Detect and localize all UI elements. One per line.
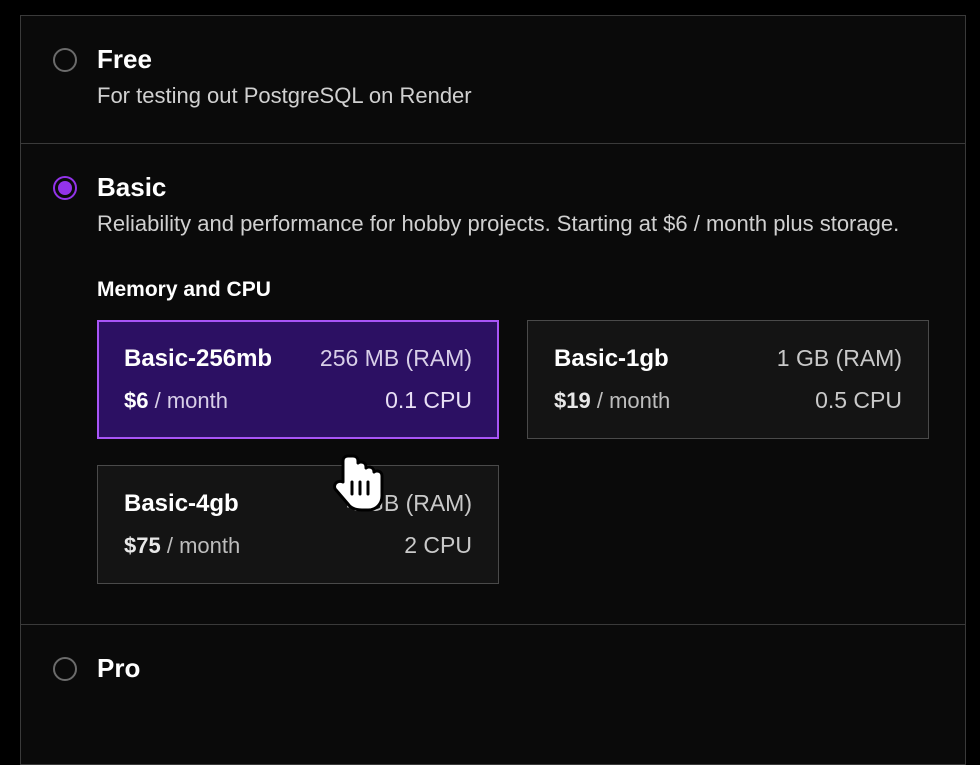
- tier-basic-body: Basic Reliability and performance for ho…: [97, 172, 933, 585]
- radio-free[interactable]: [53, 48, 77, 72]
- tier-basic-title: Basic: [97, 172, 933, 203]
- card-ram: 4 GB (RAM): [347, 490, 472, 517]
- card-cpu: 2 CPU: [404, 532, 472, 559]
- pricing-panel: Free For testing out PostgreSQL on Rende…: [20, 15, 966, 765]
- tier-pro[interactable]: Pro: [21, 625, 965, 722]
- card-price: $75 / month: [124, 533, 240, 559]
- card-name: Basic-1gb: [554, 345, 669, 373]
- tier-free-desc: For testing out PostgreSQL on Render: [97, 81, 933, 111]
- tier-basic-desc: Reliability and performance for hobby pr…: [97, 209, 933, 239]
- card-price: $6 / month: [124, 388, 228, 414]
- card-cpu: 0.1 CPU: [385, 387, 472, 414]
- card-price: $19 / month: [554, 388, 670, 414]
- radio-pro[interactable]: [53, 657, 77, 681]
- card-ram: 1 GB (RAM): [777, 345, 902, 372]
- radio-basic[interactable]: [53, 176, 77, 200]
- tier-free-body: Free For testing out PostgreSQL on Rende…: [97, 44, 933, 111]
- card-ram: 256 MB (RAM): [320, 345, 472, 372]
- card-basic-4gb[interactable]: Basic-4gb 4 GB (RAM) $75 / month 2 CPU: [97, 465, 499, 584]
- card-basic-256mb[interactable]: Basic-256mb 256 MB (RAM) $6 / month 0.1 …: [97, 320, 499, 439]
- tier-free[interactable]: Free For testing out PostgreSQL on Rende…: [21, 16, 965, 144]
- card-basic-1gb[interactable]: Basic-1gb 1 GB (RAM) $19 / month 0.5 CPU: [527, 320, 929, 439]
- tier-free-title: Free: [97, 44, 933, 75]
- instance-cards: Basic-256mb 256 MB (RAM) $6 / month 0.1 …: [97, 320, 933, 584]
- tier-pro-title: Pro: [97, 653, 933, 684]
- card-name: Basic-4gb: [124, 490, 239, 518]
- tier-basic[interactable]: Basic Reliability and performance for ho…: [21, 144, 965, 626]
- card-cpu: 0.5 CPU: [815, 387, 902, 414]
- memory-cpu-label: Memory and CPU: [97, 278, 933, 302]
- card-name: Basic-256mb: [124, 345, 272, 373]
- tier-pro-body: Pro: [97, 653, 933, 690]
